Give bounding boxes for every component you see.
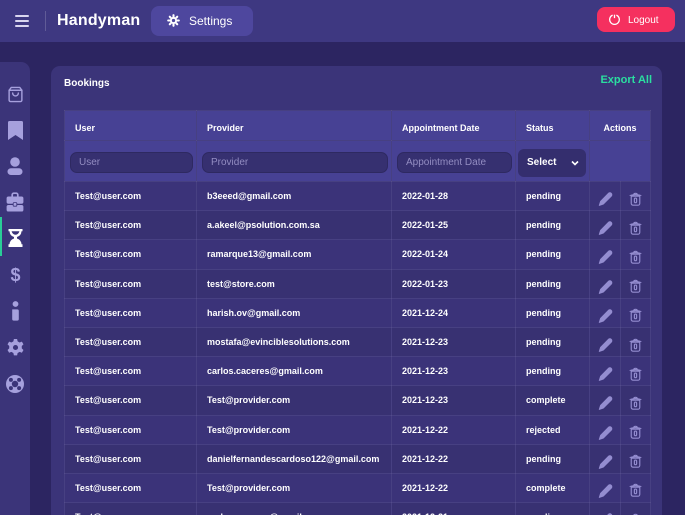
svg-text:$: $ — [10, 265, 20, 285]
